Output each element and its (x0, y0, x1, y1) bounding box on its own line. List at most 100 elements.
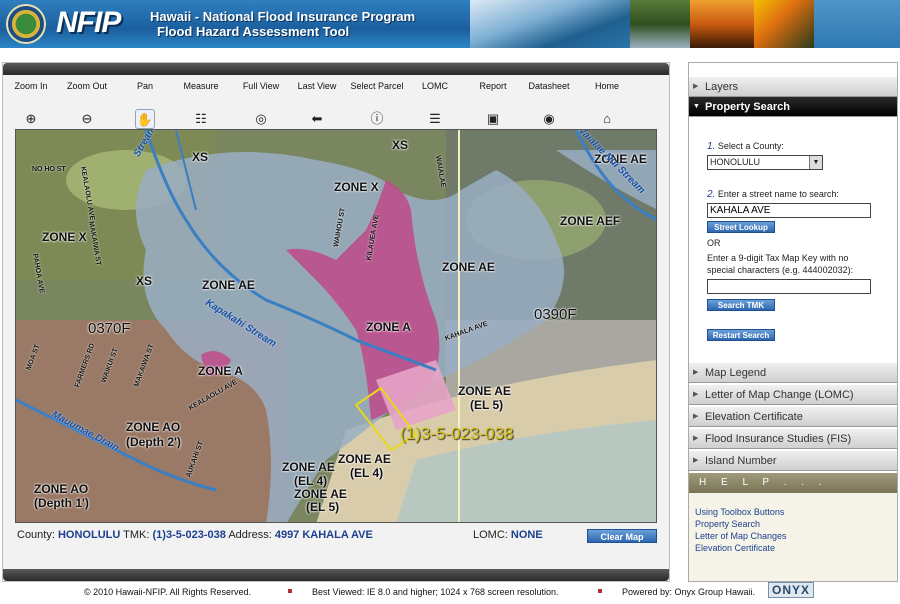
accordion-elevation-certificate[interactable]: Elevation Certificate (689, 407, 897, 427)
toolbar-zoom-out-button[interactable]: Zoom Out ⊖ (57, 81, 117, 129)
help-link-toolbox[interactable]: Using Toolbox Buttons (695, 507, 784, 517)
step-number: 1. (707, 141, 716, 152)
restart-search-button[interactable]: Restart Search (707, 329, 775, 341)
accordion-lomc[interactable]: Letter of Map Change (LOMC) (689, 385, 897, 405)
panel-number: 0390F (534, 306, 577, 323)
zone-label: ZONE AE (338, 452, 391, 466)
zone-label: ZONE AE (294, 487, 347, 501)
selected-parcel-label: (1)3-5-023-038 (400, 424, 514, 443)
hand-icon: ✋ (135, 109, 155, 129)
flood-map[interactable]: XS XS ZONE X ZONE AE ZONE AEF ZONE X XS … (15, 129, 657, 523)
toolbar-button-label: Home (594, 81, 619, 91)
accordion-map-legend[interactable]: Map Legend (689, 363, 897, 383)
address-label: Address: (228, 529, 272, 541)
info-icon: ⓘ (370, 111, 384, 126)
best-viewed-text: Best Viewed: IE 8.0 and higher; 1024 x 7… (312, 587, 559, 597)
county-value: HONOLULU (57, 529, 121, 541)
onyx-logo[interactable]: ONYX (768, 582, 814, 598)
waterfall-photo (630, 0, 690, 48)
toolbar-datasheet-button[interactable]: Datasheet ◉ (519, 81, 579, 129)
lomc-label: LOMC: (473, 529, 508, 541)
toolbar-full-view-button[interactable]: Full View ◎ (231, 81, 291, 129)
toolbar-lomc-button[interactable]: LOMC ☰ (405, 81, 465, 129)
zoom-in-icon: ⊕ (25, 111, 37, 126)
toolbar-select-parcel-button[interactable]: Select Parcel ⓘ (347, 81, 407, 129)
header-subtitle: Flood Hazard Assessment Tool (157, 24, 350, 39)
zone-label: ZONE AE (442, 260, 495, 274)
toolbar-measure-button[interactable]: Measure ☷ (171, 81, 231, 129)
help-header: H E L P . . . (689, 473, 897, 493)
zone-label: (EL 4) (350, 466, 384, 480)
zone-label: (EL 5) (470, 398, 504, 412)
zone-label: (Depth 2') (126, 435, 181, 449)
sunset-photo (690, 0, 754, 48)
zone-label: ZONE A (198, 364, 243, 378)
help-links: Using Toolbox Buttons Property Search Le… (689, 493, 897, 581)
copyright-text: © 2010 Hawaii-NFIP. All Rights Reserved. (84, 587, 252, 597)
zone-label: ZONE AE (458, 384, 511, 398)
sky-photo (814, 0, 900, 48)
accordion-layers[interactable]: Layers (689, 77, 897, 97)
zone-label: (EL 4) (294, 474, 328, 488)
zone-label: ZONE AO (34, 482, 89, 496)
zone-label: ZONE X (334, 180, 379, 194)
toolbar-button-label: Zoom Out (66, 81, 107, 91)
zone-label: (EL 5) (306, 500, 340, 514)
street-lookup-button[interactable]: Street Lookup (707, 221, 775, 233)
tmk-prompt-line2: special characters (e.g. 444002032): (707, 265, 854, 275)
county-select-value: HONOLULU (710, 157, 761, 167)
street-search-label: Enter a street name to search: (717, 189, 839, 199)
help-link-lomc[interactable]: Letter of Map Changes (695, 531, 787, 541)
parcel-status-line: County: HONOLULU TMK: (1)3-5-023-038 Add… (17, 529, 659, 545)
toolbar-report-button[interactable]: Report ▣ (463, 81, 523, 129)
toolbar-button-label: Pan (136, 81, 153, 91)
map-panel-top-bar (3, 63, 669, 75)
map-toolbar: Zoom In ⊕ Zoom Out ⊖ Pan ✋ Measure ☷ Full View ◎ L… (13, 81, 663, 129)
accordion-fis[interactable]: Flood Insurance Studies (FIS) (689, 429, 897, 449)
sidebar: Layers Property Search 1. Select a Count… (688, 62, 898, 582)
toolbar-last-view-button[interactable]: Last View ⬅ (287, 81, 347, 129)
accordion-property-search[interactable]: Property Search (689, 97, 897, 117)
toolbar-home-button[interactable]: Home ⌂ (577, 81, 637, 129)
zone-label: ZONE AO (126, 420, 181, 434)
toolbar-button-label: Measure (183, 81, 219, 91)
street-name-input[interactable] (707, 203, 871, 218)
clear-map-button[interactable]: Clear Map (587, 529, 657, 543)
help-link-elevation-certificate[interactable]: Elevation Certificate (695, 543, 775, 553)
tmk-input[interactable] (707, 279, 871, 294)
property-search-form: 1. Select a County: HONOLULU ▼ 2. Enter … (689, 117, 897, 363)
footer-bullet (288, 589, 292, 593)
map-panel-bottom-bar (3, 569, 669, 581)
header-title: Hawaii - National Flood Insurance Progra… (150, 9, 416, 24)
report-icon: ▣ (486, 111, 500, 126)
chevron-down-icon[interactable]: ▼ (809, 156, 822, 169)
address-value: 4997 KAHALA AVE (274, 529, 373, 541)
zone-label: ZONE AE (202, 278, 255, 292)
or-label: OR (707, 238, 721, 248)
nfip-logo: NFIP (56, 6, 121, 39)
toolbar-button-label: Report (479, 81, 507, 91)
search-tmk-button[interactable]: Search TMK (707, 299, 775, 311)
datasheet-icon: ◉ (543, 111, 555, 126)
help-link-property-search[interactable]: Property Search (695, 519, 760, 529)
tmk-label: TMK: (123, 529, 150, 541)
tmk-prompt-line1: Enter a 9-digit Tax Map Key with no (707, 253, 849, 263)
select-county-label: Select a County: (717, 141, 784, 151)
accordion-island-number[interactable]: Island Number (689, 451, 897, 471)
zone-label: XS (192, 150, 209, 164)
powered-by-text: Powered by: Onyx Group Hawaii. (622, 587, 756, 597)
header-photo-strip (470, 0, 900, 48)
toolbar-button-label: Datasheet (528, 81, 570, 91)
back-arrow-icon: ⬅ (311, 111, 323, 126)
toolbar-zoom-in-button[interactable]: Zoom In ⊕ (1, 81, 61, 129)
zone-label: ZONE X (42, 230, 87, 244)
toolbar-button-label: Last View (297, 81, 337, 91)
toolbar-button-label: Select Parcel (350, 81, 404, 91)
header-banner: NFIP Hawaii - National Flood Insurance P… (0, 0, 900, 48)
county-select[interactable]: HONOLULU ▼ (707, 155, 823, 170)
globe-icon: ◎ (255, 111, 267, 126)
toolbar-pan-button[interactable]: Pan ✋ (115, 81, 175, 129)
zone-label: ZONE AEF (560, 214, 621, 228)
surfer-photo (470, 0, 630, 48)
toolbar-button-label: Full View (242, 81, 280, 91)
